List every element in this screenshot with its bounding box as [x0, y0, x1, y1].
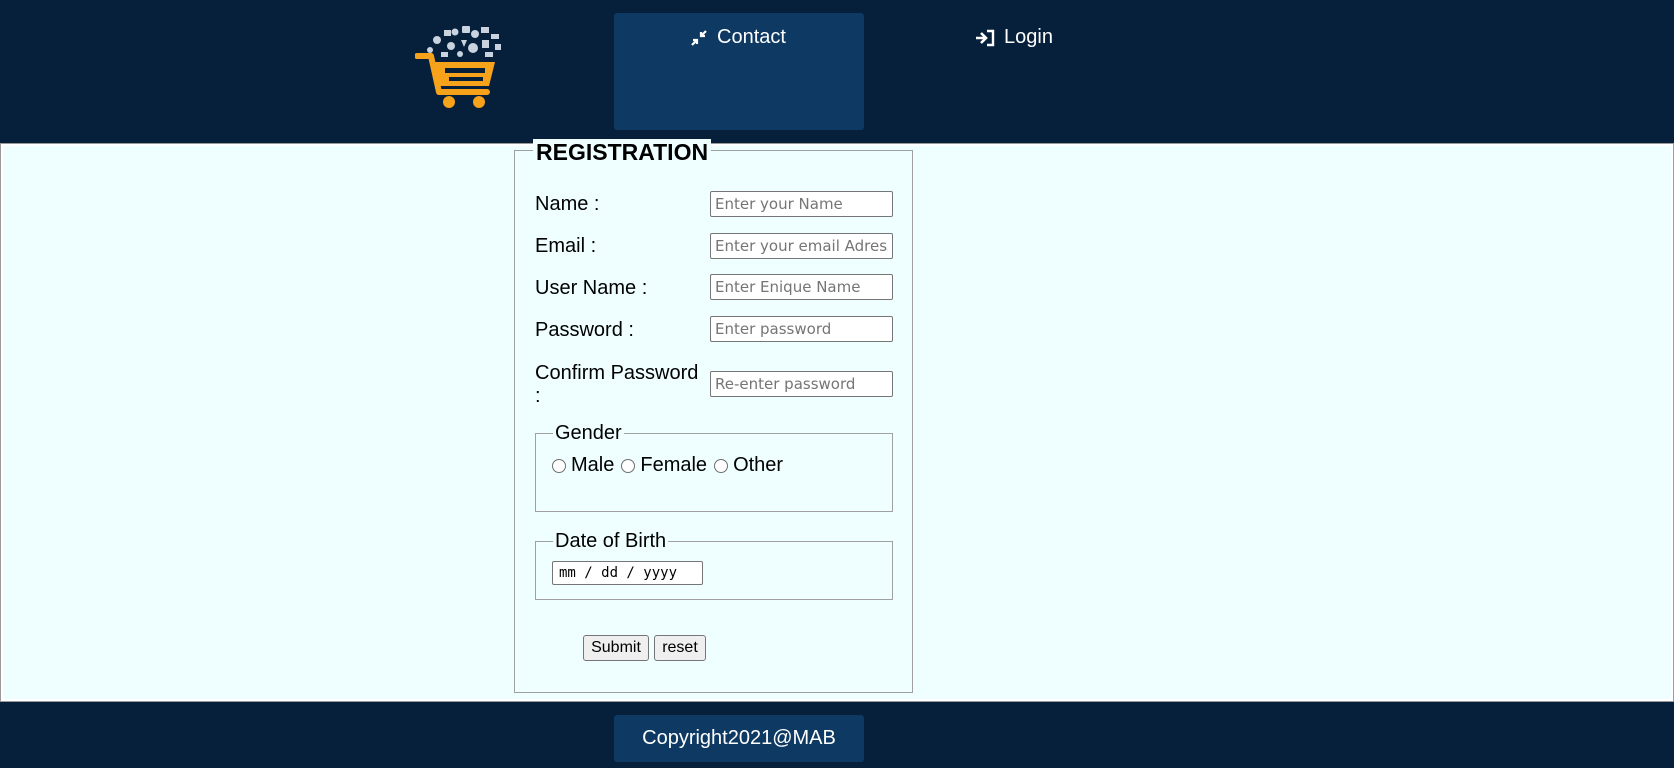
reset-button[interactable]: reset: [654, 635, 706, 661]
registration-fieldset: REGISTRATION Name : Email : User Name : …: [514, 139, 913, 693]
username-label: User Name :: [535, 277, 648, 299]
other-label: Other: [733, 454, 784, 476]
name-label: Name :: [535, 193, 600, 215]
email-label: Email :: [535, 235, 597, 257]
footer-copyright: Copyright2021@MAB: [614, 715, 864, 762]
password-input[interactable]: [710, 316, 893, 342]
dob-input[interactable]: mm / dd / yyyy: [552, 561, 703, 585]
header: Contact Login: [0, 0, 1674, 141]
confirm-password-label: Confirm Password :: [535, 362, 699, 407]
nav-login[interactable]: Login: [975, 26, 1053, 49]
username-input[interactable]: [710, 274, 893, 300]
shopping-cart-logo-icon[interactable]: [415, 22, 511, 114]
submit-button[interactable]: Submit: [583, 635, 649, 661]
dob-legend: Date of Birth: [553, 530, 669, 553]
confirm-password-input[interactable]: [710, 371, 893, 397]
other-radio[interactable]: [714, 458, 729, 473]
nav-contact-label: Contact: [717, 26, 786, 48]
nav-contact[interactable]: Contact: [614, 13, 864, 130]
female-label: Female: [640, 454, 708, 476]
sign-in-icon: [976, 29, 995, 46]
male-label: Male: [571, 454, 615, 476]
male-radio[interactable]: [552, 458, 566, 473]
registration-title: REGISTRATION: [533, 139, 712, 166]
email-input[interactable]: [710, 233, 893, 259]
female-radio[interactable]: [621, 458, 636, 473]
dob-fieldset: Date of Birth mm / dd / yyyy: [535, 530, 893, 600]
password-label: Password :: [535, 319, 634, 341]
gender-options: Male Female Other: [552, 454, 790, 477]
name-input[interactable]: [710, 191, 893, 217]
nav-login-label: Login: [1004, 26, 1053, 48]
gender-legend: Gender: [553, 422, 624, 445]
compress-arrows-icon: [691, 29, 707, 46]
gender-fieldset: Gender Male Female Other: [535, 422, 893, 512]
